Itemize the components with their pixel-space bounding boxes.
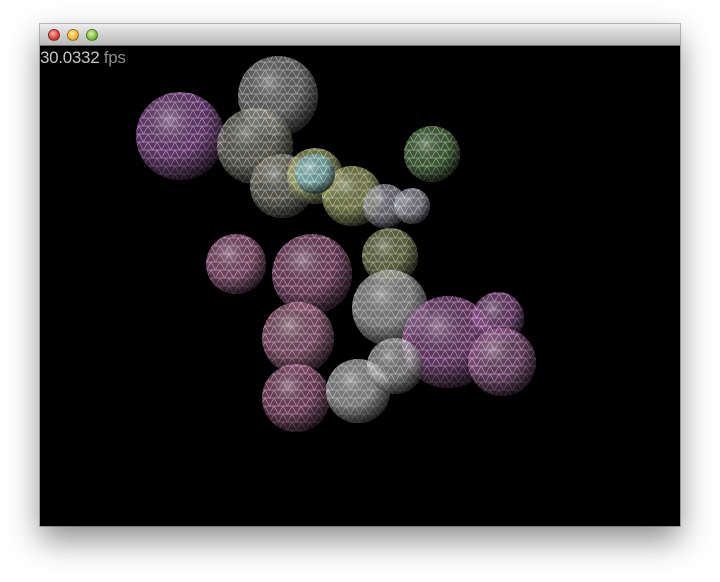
title-bar[interactable] (40, 24, 680, 46)
zoom-button[interactable] (86, 29, 98, 41)
metaball-scene (136, 56, 536, 432)
metaball-shading (136, 92, 224, 180)
fps-counter: 30.0332 fps (40, 48, 126, 68)
close-button[interactable] (48, 29, 60, 41)
fps-unit: fps (103, 48, 126, 67)
metaball-shading (262, 364, 330, 432)
metaball-shading (295, 154, 335, 194)
fps-value: 30.0332 (40, 48, 100, 67)
metaball-shading (468, 328, 536, 396)
metaball-shading (394, 188, 430, 224)
metaball-shading (404, 126, 460, 182)
metaball-shading (272, 234, 352, 314)
metaball-shading (367, 338, 423, 394)
render-viewport[interactable]: 30.0332 fps (40, 46, 680, 526)
metaball-shading (262, 302, 334, 374)
metaball-shading (206, 234, 266, 294)
app-window: 30.0332 fps (40, 24, 680, 526)
minimize-button[interactable] (67, 29, 79, 41)
